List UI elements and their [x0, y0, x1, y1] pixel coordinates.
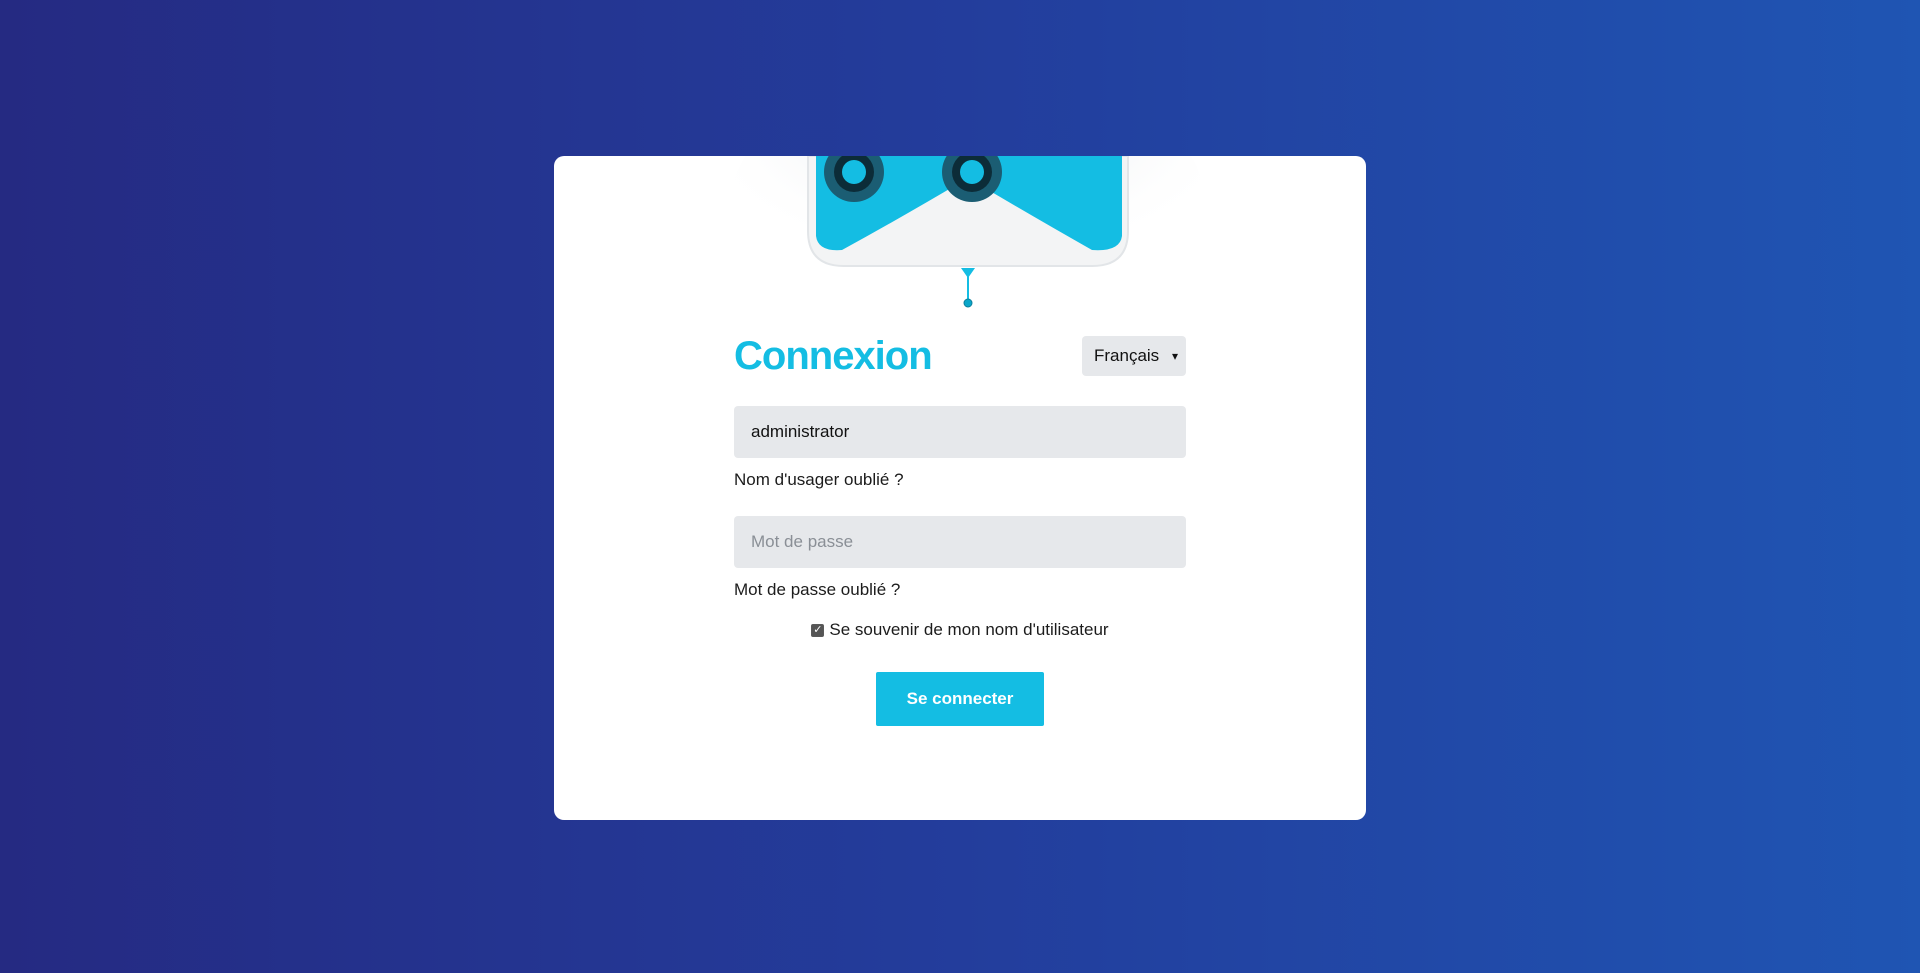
- page-title: Connexion: [734, 334, 933, 378]
- language-select[interactable]: Français ▾: [1082, 336, 1186, 376]
- heading-row: Connexion Français ▾: [734, 334, 1186, 378]
- login-form: Connexion Français ▾ Nom d'usager oublié…: [734, 334, 1186, 726]
- remember-username-row: ✓ Se souvenir de mon nom d'utilisateur: [734, 620, 1186, 640]
- password-input[interactable]: [734, 516, 1186, 568]
- chevron-down-icon: ▾: [1171, 349, 1178, 363]
- remember-username-label: Se souvenir de mon nom d'utilisateur: [829, 620, 1109, 639]
- check-icon: ✓: [813, 623, 823, 636]
- language-selected: Français: [1094, 346, 1160, 365]
- login-button[interactable]: Se connecter: [876, 672, 1044, 726]
- login-card: Connexion Français ▾ Nom d'usager oublié…: [554, 156, 1366, 820]
- forgot-password-link[interactable]: Mot de passe oublié ?: [734, 580, 1186, 600]
- forgot-username-link[interactable]: Nom d'usager oublié ?: [734, 470, 1186, 490]
- remember-username-checkbox[interactable]: ✓: [811, 623, 825, 637]
- robot-mascot-icon: [732, 156, 1204, 316]
- submit-wrap: Se connecter: [734, 672, 1186, 726]
- username-input[interactable]: [734, 406, 1186, 458]
